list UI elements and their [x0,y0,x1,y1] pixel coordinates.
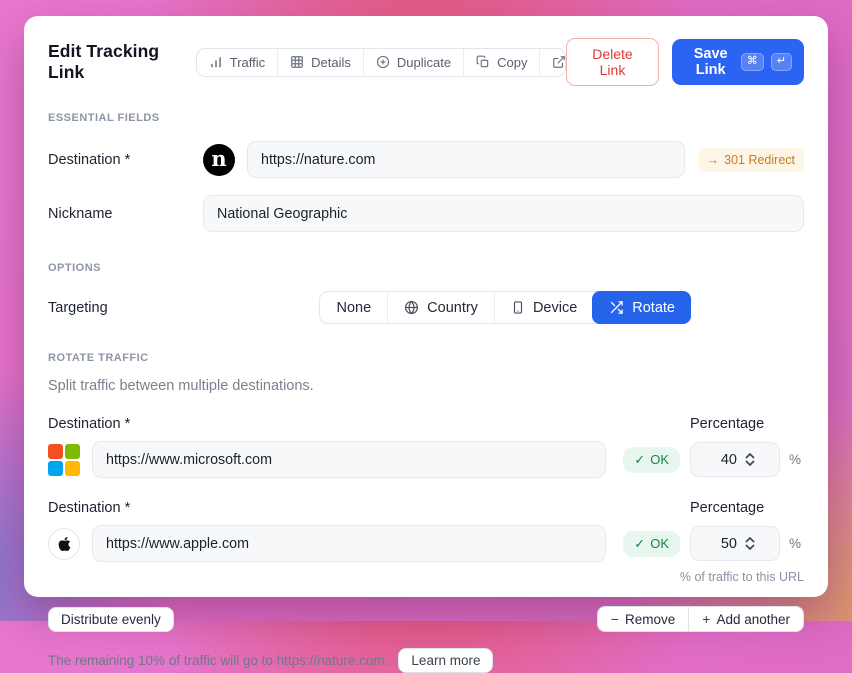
rotate-destination-2-label: Destination * [48,500,130,516]
rotate-traffic-subtitle: Split traffic between multiple destinati… [48,378,804,394]
add-another-button-label: Add another [716,612,790,627]
check-icon: ✓ [634,536,645,552]
globe-icon [404,300,419,315]
rotate-row-2-labels: Destination * Percentage [48,500,804,516]
redirect-badge-label: 301 Redirect [724,153,795,167]
remove-button-label: Remove [625,612,675,627]
link-toolbar: Traffic Details Duplicate Copy Open [196,48,567,77]
rotate-traffic-section-label: ROTATE TRAFFIC [48,352,804,364]
targeting-device-label: Device [533,300,577,316]
options-section-label: OPTIONS [48,262,804,274]
rotate-destination-row-1: ✓ OK % [48,441,804,478]
remove-button[interactable]: − Remove [598,607,688,631]
percentage-1-stepper[interactable] [745,453,755,466]
percent-sign-2: % [789,536,801,551]
targeting-option-rotate[interactable]: Rotate [592,291,691,324]
learn-more-button[interactable]: Learn more [398,648,493,673]
status-badge-2: ✓ OK [623,531,680,557]
redirect-arrow-icon: → [707,153,720,167]
copy-button[interactable]: Copy [463,49,539,76]
redirect-badge: → 301 Redirect [698,148,804,172]
chevron-down-icon [745,460,755,466]
grid-icon [290,55,304,69]
targeting-option-device[interactable]: Device [494,292,593,323]
enter-key-badge: ↵ [771,53,792,71]
footer: The remaining 10% of traffic will go to … [48,648,804,673]
chevron-up-icon [745,537,755,543]
percentage-helper-text: % of traffic to this URL [48,570,804,584]
targeting-country-label: Country [427,300,478,316]
traffic-button[interactable]: Traffic [197,49,277,76]
nickname-input[interactable] [203,195,804,232]
open-button[interactable]: Open [539,49,566,76]
status-badge-2-label: OK [650,536,669,551]
percentage-2-box [690,526,780,561]
duplicate-button-label: Duplicate [397,55,451,70]
destination-label: Destination * [48,152,203,168]
header-actions: Delete Link Save Link ⌘ ↵ [566,38,804,86]
microsoft-logo [48,444,80,476]
traffic-button-label: Traffic [230,55,265,70]
percentage-1-box [690,442,780,477]
check-icon: ✓ [634,452,645,468]
apple-logo [48,528,80,560]
targeting-rotate-label: Rotate [632,300,675,316]
destination-field-row: Destination * n → 301 Redirect [48,141,804,178]
delete-link-button[interactable]: Delete Link [566,38,658,86]
shuffle-icon [609,300,624,315]
save-link-button[interactable]: Save Link ⌘ ↵ [672,39,804,85]
smartphone-icon [511,300,525,315]
plus-circle-icon [376,55,390,69]
rotate-destination-2-input[interactable] [92,525,606,562]
percentage-1-input[interactable] [697,452,745,468]
targeting-option-country[interactable]: Country [387,292,494,323]
percentage-1-label: Percentage [690,416,804,432]
remaining-traffic-note: The remaining 10% of traffic will go to … [48,653,388,668]
bar-chart-icon [209,55,223,69]
minus-icon: − [611,611,619,627]
save-link-label: Save Link [688,46,734,78]
percent-sign-1: % [789,452,801,467]
rotate-actions-row: Distribute evenly − Remove + Add another [48,606,804,632]
destination-input[interactable] [247,141,685,178]
nickname-field-row: Nickname [48,195,804,232]
percentage-2-input[interactable] [697,536,745,552]
external-link-icon [552,55,566,69]
status-badge-1-label: OK [650,452,669,467]
status-badge-1: ✓ OK [623,447,680,473]
copy-icon [476,55,490,69]
targeting-option-none[interactable]: None [320,292,387,323]
rotate-destination-1-input[interactable] [92,441,606,478]
chevron-up-icon [745,453,755,459]
add-another-button[interactable]: + Add another [688,607,803,631]
percentage-2-stepper[interactable] [745,537,755,550]
duplicate-button[interactable]: Duplicate [363,49,463,76]
command-key-badge: ⌘ [741,53,764,71]
targeting-row: Targeting None Country Device Rotate [48,291,804,324]
row-actions-group: − Remove + Add another [597,606,804,632]
targeting-segmented-control: None Country Device Rotate [319,291,691,324]
details-button-label: Details [311,55,351,70]
nature-logo: n [203,144,235,176]
chevron-down-icon [745,544,755,550]
modal-header: Edit Tracking Link Traffic Details Dupli… [48,38,804,86]
page-title: Edit Tracking Link [48,41,182,83]
rotate-row-1-labels: Destination * Percentage [48,416,804,432]
distribute-evenly-button[interactable]: Distribute evenly [48,607,174,632]
rotate-destination-row-2: ✓ OK % [48,525,804,562]
details-button[interactable]: Details [277,49,363,76]
plus-icon: + [702,611,710,627]
percentage-2-label: Percentage [690,500,804,516]
targeting-none-label: None [336,300,371,316]
targeting-label: Targeting [48,300,108,316]
nickname-label: Nickname [48,206,203,222]
essential-fields-section-label: ESSENTIAL FIELDS [48,112,804,124]
rotate-destination-1-label: Destination * [48,416,130,432]
copy-button-label: Copy [497,55,527,70]
edit-tracking-link-modal: Edit Tracking Link Traffic Details Dupli… [24,16,828,597]
